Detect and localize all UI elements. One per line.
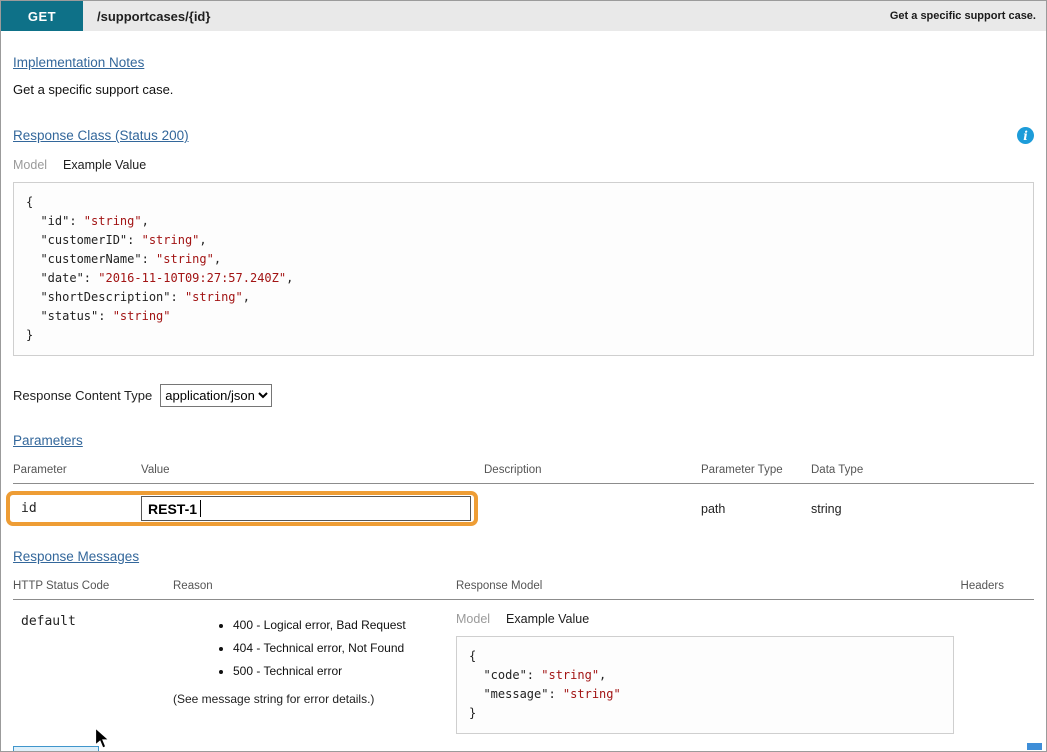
response-class-heading[interactable]: Response Class (Status 200) [13,128,189,143]
response-class-row: Response Class (Status 200) i [13,127,1034,144]
code-line: { [469,647,941,666]
response-messages-table-header: HTTP Status Code Reason Response Model H… [13,580,1034,600]
code-line: "shortDescription": "string", [26,288,1021,307]
try-it-out-button[interactable]: Try it out! [13,746,99,752]
code-line: } [26,326,1021,345]
col-response-model: Response Model [456,580,956,592]
code-line: "date": "2016-11-10T09:27:57.240Z", [26,269,1021,288]
code-line: "status": "string" [26,307,1021,326]
col-parameter-type: Parameter Type [701,464,811,476]
reason-item: 400 - Logical error, Bad Request [233,618,456,632]
operation-header[interactable]: GET /supportcases/{id} Get a specific su… [1,1,1046,31]
code-line: "message": "string" [469,685,941,704]
scrollbar-thumb[interactable] [1027,743,1042,750]
tab-example-value[interactable]: Example Value [506,612,589,626]
response-model-cell: Model Example Value { "code": "string", … [456,600,956,734]
code-line: "customerID": "string", [26,231,1021,250]
parameters-table-header: Parameter Value Description Parameter Ty… [13,464,1034,484]
tab-example-value[interactable]: Example Value [63,158,146,172]
col-reason: Reason [173,580,456,592]
response-reason-cell: 400 - Logical error, Bad Request 404 - Te… [173,600,456,706]
parameter-value-input[interactable] [141,496,471,521]
operation-content: Implementation Notes Get a specific supp… [1,31,1046,752]
response-content-type-select[interactable]: application/json [160,384,272,407]
col-headers: Headers [956,580,1034,592]
col-value: Value [141,464,484,476]
info-icon[interactable]: i [1017,127,1034,144]
col-parameter: Parameter [13,464,141,476]
implementation-notes-heading[interactable]: Implementation Notes [13,55,144,70]
response-model-tabs: Model Example Value [456,612,956,626]
parameter-row: id path string [13,484,1034,533]
parameter-data-type: string [811,502,1034,516]
parameters-heading[interactable]: Parameters [13,433,83,448]
reason-item: 500 - Technical error [233,664,456,678]
response-content-type-label: Response Content Type [13,388,152,403]
parameter-name: id [13,501,141,516]
col-data-type: Data Type [811,464,1034,476]
response-message-row: default 400 - Logical error, Bad Request… [13,600,1034,734]
reason-list: 400 - Logical error, Bad Request 404 - Te… [173,618,456,678]
response-content-type-row: Response Content Type application/json [13,384,1034,407]
error-example-code: { "code": "string", "message": "string"} [456,636,954,734]
reason-item: 404 - Technical error, Not Found [233,641,456,655]
operation-summary: Get a specific support case. [890,10,1036,22]
response-class-tabs: Model Example Value [13,158,1034,172]
code-line: "code": "string", [469,666,941,685]
code-line: } [469,704,941,723]
response-example-code: { "id": "string", "customerID": "string"… [13,182,1034,356]
reason-note: (See message string for error details.) [173,692,456,706]
swagger-operation-panel: GET /supportcases/{id} Get a specific su… [0,0,1047,752]
parameter-value-cell [141,496,484,521]
code-line: "customerName": "string", [26,250,1021,269]
response-messages-heading[interactable]: Response Messages [13,549,139,564]
code-line: { [26,193,1021,212]
col-description: Description [484,464,701,476]
parameter-type: path [701,502,811,516]
code-line: "id": "string", [26,212,1021,231]
implementation-notes-text: Get a specific support case. [13,82,1034,97]
operation-path[interactable]: /supportcases/{id} [97,9,210,24]
method-get-button[interactable]: GET [1,1,83,31]
tab-model[interactable]: Model [456,612,490,626]
col-http-status-code: HTTP Status Code [13,580,173,592]
tab-model[interactable]: Model [13,158,47,172]
response-status: default [13,600,173,629]
